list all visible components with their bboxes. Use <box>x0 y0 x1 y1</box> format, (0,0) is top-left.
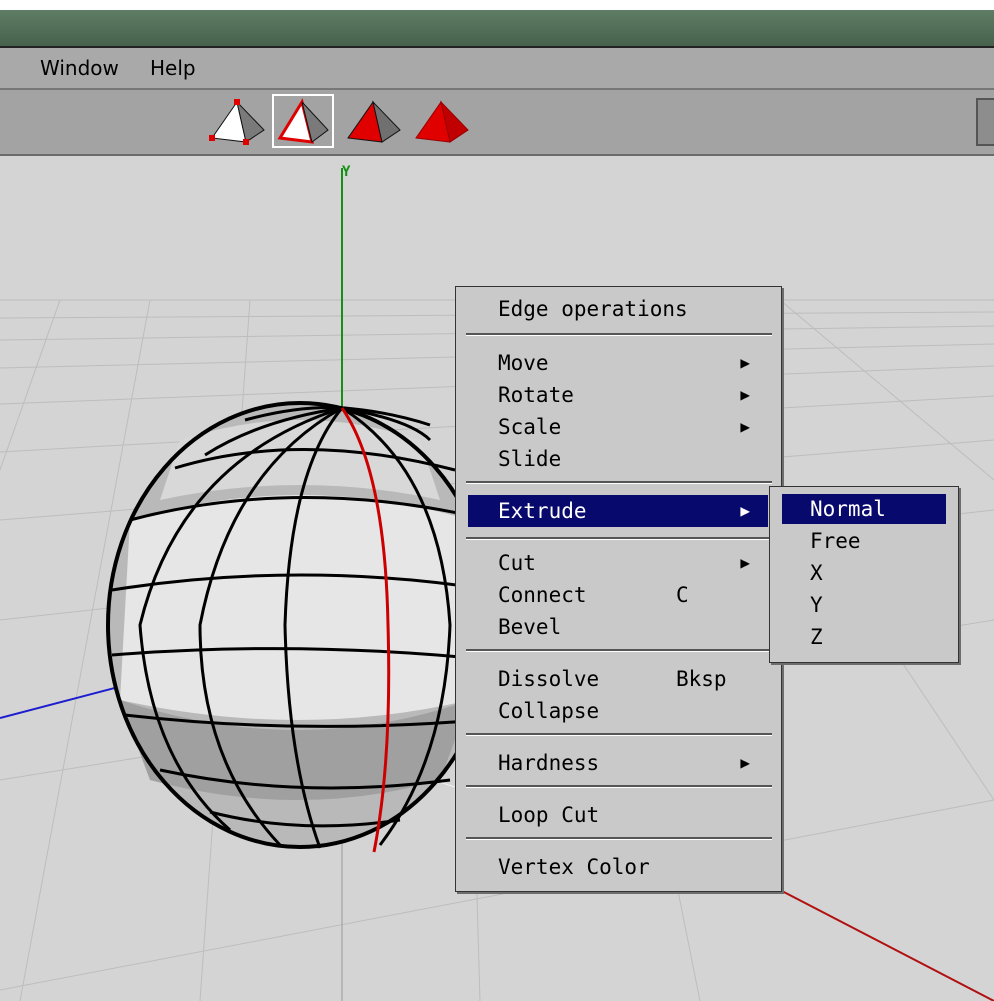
edge-operations-menu: Edge operations Move ▶ Rotate ▶ Scale ▶ … <box>455 286 782 892</box>
vertex-select-icon <box>209 99 265 145</box>
submenu-arrow-icon: ▶ <box>740 417 750 436</box>
window-title-bar <box>0 0 994 48</box>
shortcut-label: Bksp <box>676 667 727 691</box>
y-axis-label: Y <box>342 164 351 180</box>
menu-item-bevel[interactable]: Bevel <box>468 611 768 643</box>
object-select-icon <box>415 100 469 143</box>
submenu-arrow-icon: ▶ <box>740 553 750 572</box>
selection-toolbar <box>0 90 994 156</box>
menu-bar: Window Help <box>0 48 994 90</box>
menu-title: Edge operations <box>498 297 688 321</box>
submenu-arrow-icon: ▶ <box>740 753 750 772</box>
vertex-select-button[interactable] <box>206 94 268 148</box>
grid-toggle-button[interactable] <box>976 98 994 146</box>
menu-item-loop-cut[interactable]: Loop Cut <box>468 799 768 831</box>
menu-item-cut[interactable]: Cut ▶ <box>468 547 768 579</box>
menu-help[interactable]: Help <box>150 56 196 80</box>
object-select-button[interactable] <box>410 94 472 148</box>
menu-window[interactable]: Window <box>40 56 119 80</box>
submenu-item-x[interactable]: X <box>782 558 946 588</box>
submenu-item-normal[interactable]: Normal <box>782 494 946 524</box>
menu-item-rotate[interactable]: Rotate ▶ <box>468 379 768 411</box>
submenu-item-z[interactable]: Z <box>782 622 946 652</box>
menu-item-scale[interactable]: Scale ▶ <box>468 411 768 443</box>
sphere-mesh <box>106 401 494 853</box>
menu-item-extrude[interactable]: Extrude ▶ <box>468 495 768 527</box>
menu-item-connect[interactable]: Connect C <box>468 579 768 611</box>
menu-item-slide[interactable]: Slide <box>468 443 768 475</box>
shortcut-label: C <box>676 583 689 607</box>
submenu-item-y[interactable]: Y <box>782 590 946 620</box>
submenu-arrow-icon: ▶ <box>740 385 750 404</box>
edge-select-icon <box>277 98 329 144</box>
menu-item-move[interactable]: Move ▶ <box>468 347 768 379</box>
edge-select-button[interactable] <box>272 94 334 148</box>
menu-item-vertex-color[interactable]: Vertex Color <box>468 851 768 883</box>
submenu-item-free[interactable]: Free <box>782 526 946 556</box>
menu-item-collapse[interactable]: Collapse <box>468 695 768 727</box>
face-select-icon <box>347 100 401 143</box>
submenu-arrow-icon: ▶ <box>740 353 750 372</box>
face-select-button[interactable] <box>342 94 404 148</box>
submenu-arrow-icon: ▶ <box>740 501 750 520</box>
menu-item-dissolve[interactable]: Dissolve Bksp <box>468 663 768 695</box>
extrude-submenu: Normal Free X Y Z <box>769 486 959 663</box>
menu-item-hardness[interactable]: Hardness ▶ <box>468 747 768 779</box>
